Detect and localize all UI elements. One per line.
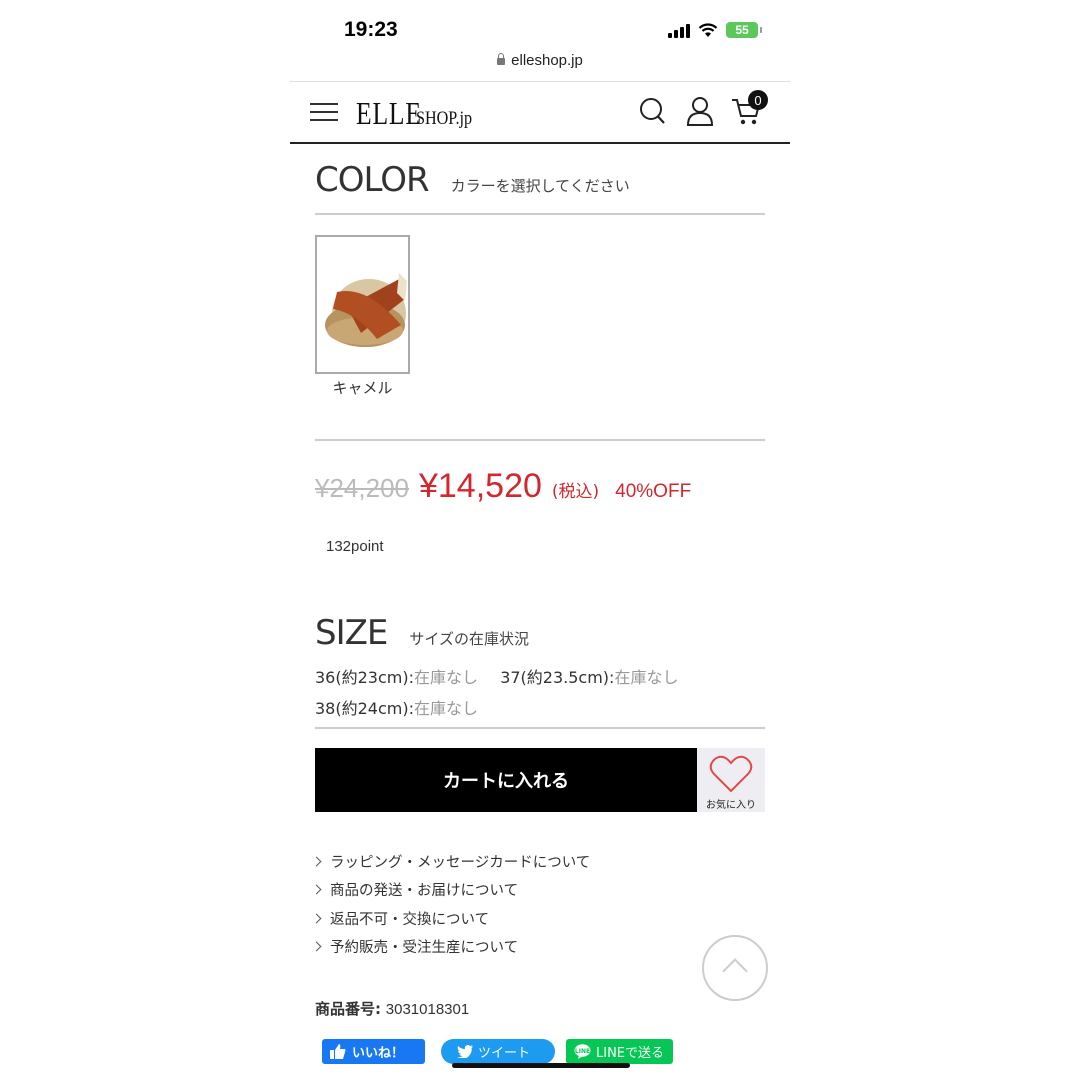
points-label: 132point: [326, 538, 384, 555]
sandal-image: [317, 237, 408, 372]
heart-icon: [709, 755, 753, 793]
info-link-preorder[interactable]: 予約販売・受注生産について: [311, 933, 590, 962]
info-link-shipping[interactable]: 商品の発送・お届けについて: [311, 876, 590, 905]
link-label: ラッピング・メッセージカードについて: [330, 854, 591, 871]
site-logo[interactable]: ELLE SHOP.jp: [356, 95, 482, 132]
chevron-right-icon: [311, 856, 322, 867]
chevron-right-icon: [311, 913, 322, 924]
status-icons: 55: [668, 22, 762, 38]
product-number-value: 3031018301: [385, 1001, 470, 1018]
divider: [315, 213, 765, 215]
size-stock-list: 36(約23cm):在庫なし 37(約23.5cm):在庫なし 38(約24cm…: [315, 662, 678, 724]
size-row: 38(約24cm):在庫なし: [315, 693, 678, 724]
address-bar[interactable]: elleshop.jp: [290, 52, 790, 69]
swatch-label: キャメル: [332, 379, 393, 397]
size-row: 36(約23cm):在庫なし 37(約23.5cm):在庫なし: [315, 662, 678, 693]
line-icon: LINE: [574, 1044, 591, 1059]
tweet-button[interactable]: ツイート: [441, 1039, 555, 1064]
size-label: 37(約23.5cm):: [500, 668, 615, 687]
color-section-header: COLOR カラーを選択してください: [315, 160, 630, 200]
info-links: ラッピング・メッセージカードについて 商品の発送・お届けについて 返品不可・交換…: [311, 847, 591, 962]
line-share-button[interactable]: LINE LINEで送る: [566, 1039, 673, 1064]
url-text: elleshop.jp: [511, 52, 583, 69]
color-subtitle: カラーを選択してください: [450, 177, 630, 195]
link-label: 予約販売・受注生産について: [330, 940, 519, 957]
link-label: 商品の発送・お届けについて: [330, 883, 519, 900]
favorite-label: お気に入り: [706, 800, 756, 811]
tax-note: (税込): [551, 482, 600, 502]
logo-shop: SHOP.jp: [416, 108, 473, 129]
info-link-wrapping[interactable]: ラッピング・メッセージカードについて: [311, 847, 591, 876]
scroll-to-top-button[interactable]: [702, 935, 768, 1001]
original-price: ¥24,200: [315, 473, 409, 503]
twitter-bird-icon: [457, 1045, 473, 1058]
size-status: 在庫なし: [413, 699, 478, 718]
divider: [315, 727, 765, 729]
size-section-header: SIZE サイズの在庫状況: [315, 613, 529, 653]
lock-icon: [497, 53, 506, 65]
wifi-icon: [698, 22, 718, 37]
account-icon[interactable]: [686, 96, 714, 126]
cart-count-badge: 0: [748, 90, 768, 110]
chevron-right-icon: [311, 941, 322, 952]
line-label: LINEで送る: [596, 1046, 665, 1061]
link-label: 返品不可・交換について: [330, 911, 490, 928]
product-number-label: 商品番号:: [315, 1000, 381, 1018]
size-label: 36(約23cm):: [315, 668, 414, 687]
cart-icon[interactable]: 0: [731, 90, 768, 128]
menu-icon[interactable]: [310, 103, 338, 121]
size-status: 在庫なし: [413, 668, 478, 687]
sale-price: ¥14,520: [418, 467, 542, 505]
signal-icon: [668, 22, 690, 38]
status-time: 19:23: [344, 18, 398, 41]
size-subtitle: サイズの在庫状況: [409, 630, 529, 648]
color-title: COLOR: [315, 160, 430, 200]
thumbs-up-icon: [330, 1044, 346, 1059]
tweet-label: ツイート: [478, 1046, 531, 1061]
color-swatch-camel[interactable]: [315, 235, 410, 374]
chevron-right-icon: [311, 884, 322, 895]
price-row: ¥24,200 ¥14,520 (税込) 40%OFF: [315, 467, 691, 506]
phone-screen: 19:23 55 elleshop.jp ELLE SHOP.jp 0 COLO…: [290, 0, 790, 1080]
size-label: 38(約24cm):: [315, 699, 414, 718]
favorite-button[interactable]: お気に入り: [697, 748, 765, 812]
divider: [315, 439, 765, 441]
svg-text:LINE: LINE: [575, 1048, 590, 1055]
facebook-like-button[interactable]: いいね！: [322, 1039, 425, 1064]
home-indicator: [452, 1063, 630, 1068]
search-icon[interactable]: [639, 96, 667, 126]
logo-elle: ELLE: [356, 95, 422, 131]
site-header: ELLE SHOP.jp 0: [290, 82, 790, 144]
battery-icon: 55: [726, 22, 762, 38]
add-to-cart-button[interactable]: カートに入れる: [315, 748, 697, 812]
size-title: SIZE: [315, 613, 388, 653]
facebook-label: いいね！: [352, 1046, 405, 1061]
info-link-returns[interactable]: 返品不可・交換について: [311, 904, 590, 933]
product-number: 商品番号: 3031018301: [315, 998, 469, 1019]
size-status: 在庫なし: [614, 668, 679, 687]
discount-label: 40%OFF: [615, 481, 692, 502]
